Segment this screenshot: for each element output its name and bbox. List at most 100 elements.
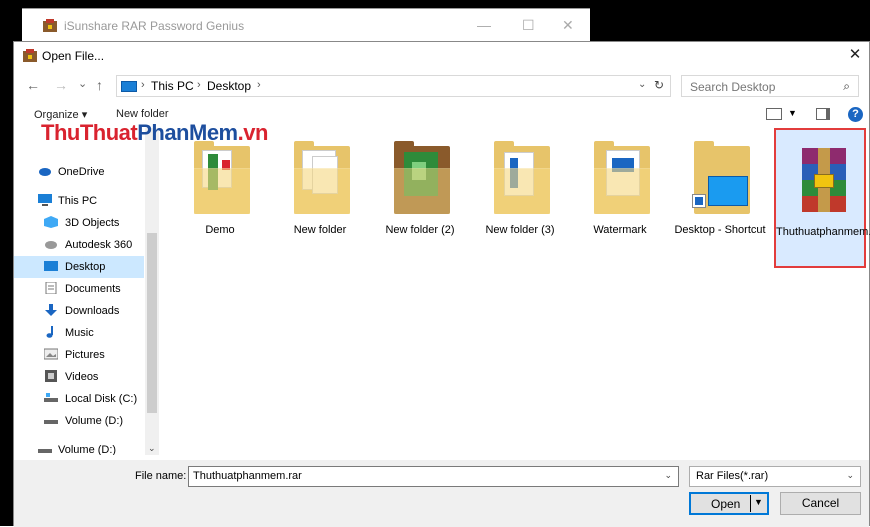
file-name: Desktop - Shortcut	[674, 224, 766, 236]
open-button[interactable]: Open ▼	[689, 492, 769, 515]
sidebar-item-label: Volume (D:)	[58, 444, 117, 455]
chevron-down-icon[interactable]: ⌄	[846, 470, 854, 481]
sidebar-item-downloads[interactable]: Downloads	[14, 300, 144, 322]
cloud-icon	[39, 168, 51, 176]
sidebar-item-label: Desktop	[65, 261, 106, 273]
minimize-button[interactable]: —	[477, 17, 491, 33]
breadcrumb-separator: ›	[197, 79, 201, 91]
sidebar-item-label: 3D Objects	[65, 217, 120, 229]
folder-icon	[494, 141, 550, 214]
file-name-value: Thuthuatphanmem.rar	[193, 470, 302, 482]
refresh-icon[interactable]: ↻	[654, 78, 664, 92]
folder-icon	[194, 141, 250, 214]
sidebar-item-pictures[interactable]: Pictures	[14, 344, 144, 366]
sidebar-item-label: Local Disk (C:)	[65, 393, 138, 405]
computer-icon	[38, 194, 52, 206]
chevron-down-icon[interactable]: ⌄	[664, 470, 672, 481]
computer-icon	[121, 81, 137, 92]
sidebar-item-label: OneDrive	[58, 166, 105, 178]
shortcut-folder-icon	[692, 141, 750, 214]
breadcrumb-separator: ›	[141, 79, 145, 91]
winrar-archive-icon	[796, 148, 852, 216]
sidebar-item-label: Downloads	[65, 305, 120, 317]
music-note-icon	[46, 326, 53, 338]
download-arrow-icon	[45, 304, 57, 316]
up-arrow-icon[interactable]: ↑	[96, 77, 103, 93]
preview-pane-icon[interactable]	[816, 108, 830, 120]
folder-icon	[294, 141, 350, 214]
scrollbar-thumb[interactable]	[147, 233, 157, 413]
view-mode-icon[interactable]	[766, 108, 782, 120]
dialog-close-button[interactable]: ✕	[845, 45, 865, 63]
file-name: Demo	[205, 224, 235, 236]
maximize-button[interactable]: ☐	[522, 17, 535, 34]
file-type-value: Rar Files(*.rar)	[696, 470, 769, 482]
picture-icon	[44, 348, 58, 360]
search-icon[interactable]: ⌕	[843, 79, 850, 94]
folder-icon	[594, 141, 650, 214]
new-folder-button[interactable]: New folder	[116, 108, 169, 120]
file-item-watermark[interactable]: Watermark	[574, 128, 666, 268]
open-button-label: Open	[711, 497, 741, 511]
breadcrumb-this-pc[interactable]: This PC	[151, 79, 194, 93]
breadcrumb-desktop[interactable]: Desktop	[207, 79, 251, 93]
sidebar-item-documents[interactable]: Documents	[14, 278, 144, 300]
forward-arrow-icon[interactable]: →	[54, 77, 68, 93]
sidebar-item-label: Music	[65, 327, 94, 339]
file-type-select[interactable]: Rar Files(*.rar) ⌄	[689, 466, 861, 487]
file-name-field[interactable]: Thuthuatphanmem.rar ⌄	[188, 466, 679, 487]
open-file-dialog: Open File... ✕ ← → ⌄ ↑ › This PC › Deskt…	[13, 41, 870, 527]
sidebar-scrollbar[interactable]: ⌄	[145, 128, 159, 455]
cancel-button[interactable]: Cancel	[780, 492, 861, 515]
sidebar-item-autodesk-360[interactable]: Autodesk 360	[14, 234, 144, 256]
file-item-desktop-shortcut[interactable]: Desktop - Shortcut	[674, 128, 766, 268]
view-dropdown-icon[interactable]: ▼	[788, 108, 797, 118]
file-item-new-folder[interactable]: New folder	[274, 128, 366, 268]
help-icon[interactable]: ?	[848, 107, 863, 122]
file-item-demo[interactable]: Demo	[174, 128, 266, 268]
drive-icon	[44, 393, 58, 402]
sidebar-item-local-disk-c[interactable]: Local Disk (C:)	[14, 388, 144, 410]
file-item-thuthuatphanmem-rar[interactable]: Thuthuatphanmem.rar	[774, 128, 870, 268]
sidebar-item-label: Pictures	[65, 349, 105, 361]
file-name: New folder (2)	[385, 224, 455, 236]
sidebar-item-videos[interactable]: Videos	[14, 366, 144, 388]
sidebar-item-this-pc[interactable]: This PC	[14, 190, 144, 212]
folder-icon	[394, 141, 450, 214]
search-placeholder: Search Desktop	[690, 80, 776, 94]
sidebar-item-music[interactable]: Music	[14, 322, 144, 344]
document-icon	[45, 282, 57, 294]
dialog-footer: File name: Thuthuatphanmem.rar ⌄ Rar Fil…	[14, 460, 869, 527]
file-item-new-folder-3[interactable]: New folder (3)	[474, 128, 566, 268]
sidebar-item-label: Volume (D:)	[65, 415, 124, 427]
file-name: New folder (3)	[485, 224, 555, 236]
back-arrow-icon[interactable]: ←	[26, 77, 40, 93]
navigation-bar: ← → ⌄ ↑ › This PC › Desktop › ⌄ ↻ Search…	[14, 72, 869, 100]
video-icon	[45, 370, 57, 382]
background-window-titlebar: iSunshare RAR Password Genius — ☐ ✕	[22, 8, 590, 42]
address-bar[interactable]: › This PC › Desktop › ⌄ ↻	[116, 75, 671, 97]
cloud-drive-icon	[45, 241, 57, 249]
sidebar-item-label: Documents	[65, 283, 121, 295]
file-name: Watermark	[593, 224, 647, 236]
sidebar-item-volume-d[interactable]: Volume (D:)	[14, 410, 144, 432]
sidebar-item-volume-d-root[interactable]: Volume (D:)	[14, 439, 144, 455]
navigation-pane: OneDrive This PC 3D Objects Autodesk 360…	[14, 128, 160, 455]
close-button[interactable]: ✕	[562, 17, 574, 34]
file-name: New folder	[293, 224, 347, 236]
address-dropdown-icon[interactable]: ⌄	[638, 79, 646, 90]
scroll-down-chevron-icon[interactable]: ⌄	[148, 443, 156, 454]
sidebar-item-3d-objects[interactable]: 3D Objects	[14, 212, 144, 234]
background-window-title: iSunshare RAR Password Genius	[64, 19, 245, 33]
file-name-label: File name:	[135, 470, 187, 482]
recent-locations-chevron-icon[interactable]: ⌄	[78, 77, 87, 90]
sidebar-item-onedrive[interactable]: OneDrive	[14, 161, 144, 183]
drive-icon	[44, 420, 58, 424]
file-item-new-folder-2[interactable]: New folder (2)	[374, 128, 466, 268]
search-box[interactable]: Search Desktop ⌕	[681, 75, 859, 97]
open-options-arrow-icon[interactable]: ▼	[754, 497, 763, 507]
sidebar-item-label: This PC	[58, 195, 98, 207]
watermark-text: ThuThuat	[41, 120, 138, 145]
sidebar-item-desktop[interactable]: Desktop	[14, 256, 144, 278]
dialog-title: Open File...	[42, 49, 105, 63]
